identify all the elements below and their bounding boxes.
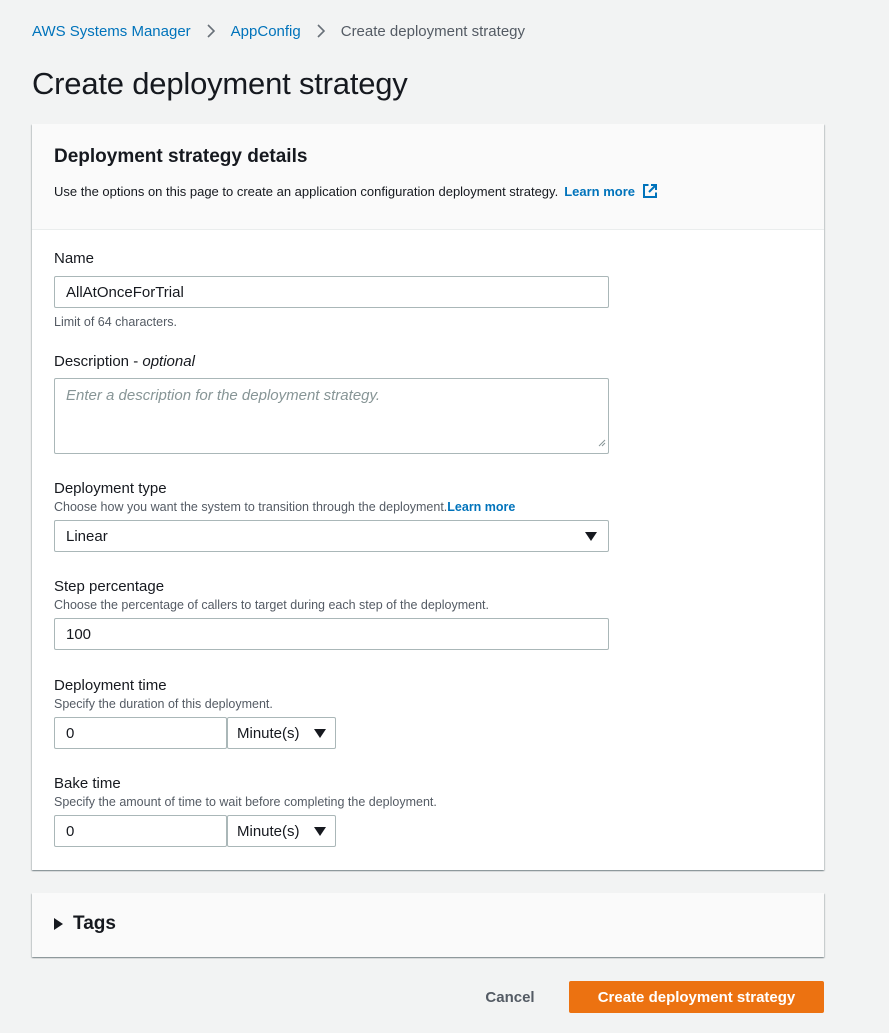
deployment-time-label: Deployment time [54,677,167,694]
deployment-time-input[interactable]: 0 [54,717,227,749]
deployment-type-field-group: Deployment type Choose how you want the … [54,480,609,552]
step-percentage-hint: Choose the percentage of callers to targ… [54,598,489,612]
external-link-icon[interactable] [642,183,658,199]
caret-down-icon [314,826,326,836]
step-percentage-input[interactable]: 100 [54,618,609,650]
description-label: Description - optional [54,353,195,370]
deployment-time-unit-select[interactable]: Minute(s) [227,717,336,749]
breadcrumb: AWS Systems Manager AppConfig Create dep… [32,20,525,42]
deployment-time-unit: Minute(s) [237,724,300,742]
bake-time-label: Bake time [54,775,121,792]
bake-time-input[interactable]: 0 [54,815,227,847]
page-title: Create deployment strategy [32,66,408,101]
tags-panel[interactable]: Tags [32,893,824,957]
deployment-type-learn-more-link[interactable]: Learn more [447,500,515,514]
deployment-time-controls: 0 Minute(s) [54,717,336,749]
bake-time-hint: Specify the amount of time to wait befor… [54,795,437,809]
panel-description: Use the options on this page to create a… [54,183,802,199]
cancel-button[interactable]: Cancel [468,981,552,1013]
deployment-type-selected: Linear [66,527,108,545]
name-input[interactable]: AllAtOnceForTrial [54,276,609,308]
caret-right-icon [54,918,63,930]
chevron-right-icon [314,24,328,38]
bake-time-unit-select[interactable]: Minute(s) [227,815,336,847]
breadcrumb-systems-manager[interactable]: AWS Systems Manager [32,23,191,40]
learn-more-link[interactable]: Learn more [564,184,635,199]
breadcrumb-current: Create deployment strategy [340,22,525,40]
bake-time-unit: Minute(s) [237,822,300,840]
caret-down-icon [314,728,326,738]
name-field-group: Name AllAtOnceForTrial Limit of 64 chara… [54,250,609,330]
description-placeholder: Enter a description for the deployment s… [66,387,381,404]
step-percentage-label: Step percentage [54,578,165,595]
optional-label: optional [142,353,195,370]
panel-description-text: Use the options on this page to create a… [54,183,559,199]
deployment-time-hint: Specify the duration of this deployment. [54,697,273,711]
bake-time-field-group: Bake time Specify the amount of time to … [54,775,437,847]
description-textarea[interactable]: Enter a description for the deployment s… [54,378,609,454]
deployment-time-field-group: Deployment time Specify the duration of … [54,677,336,749]
name-constraint: Limit of 64 characters. [54,315,177,329]
caret-down-icon [585,531,597,541]
description-field-group: Description - optional Enter a descripti… [54,353,609,454]
panel-title: Deployment strategy details [54,146,308,167]
step-percentage-field-group: Step percentage Choose the percentage of… [54,578,609,650]
deployment-type-select[interactable]: Linear [54,520,609,552]
name-label: Name [54,250,95,267]
chevron-right-icon [204,24,218,38]
tags-title: Tags [73,913,116,934]
create-deployment-strategy-button[interactable]: Create deployment strategy [569,981,824,1013]
deployment-type-hint: Choose how you want the system to transi… [54,500,516,514]
deployment-type-label: Deployment type [54,480,167,497]
breadcrumb-appconfig[interactable]: AppConfig [231,23,301,40]
deployment-strategy-details-panel: Deployment strategy details Use the opti… [32,124,824,870]
tags-expander[interactable]: Tags [54,913,116,935]
bake-time-controls: 0 Minute(s) [54,815,437,847]
panel-header: Deployment strategy details Use the opti… [32,124,824,230]
resize-handle-icon[interactable] [598,434,606,451]
